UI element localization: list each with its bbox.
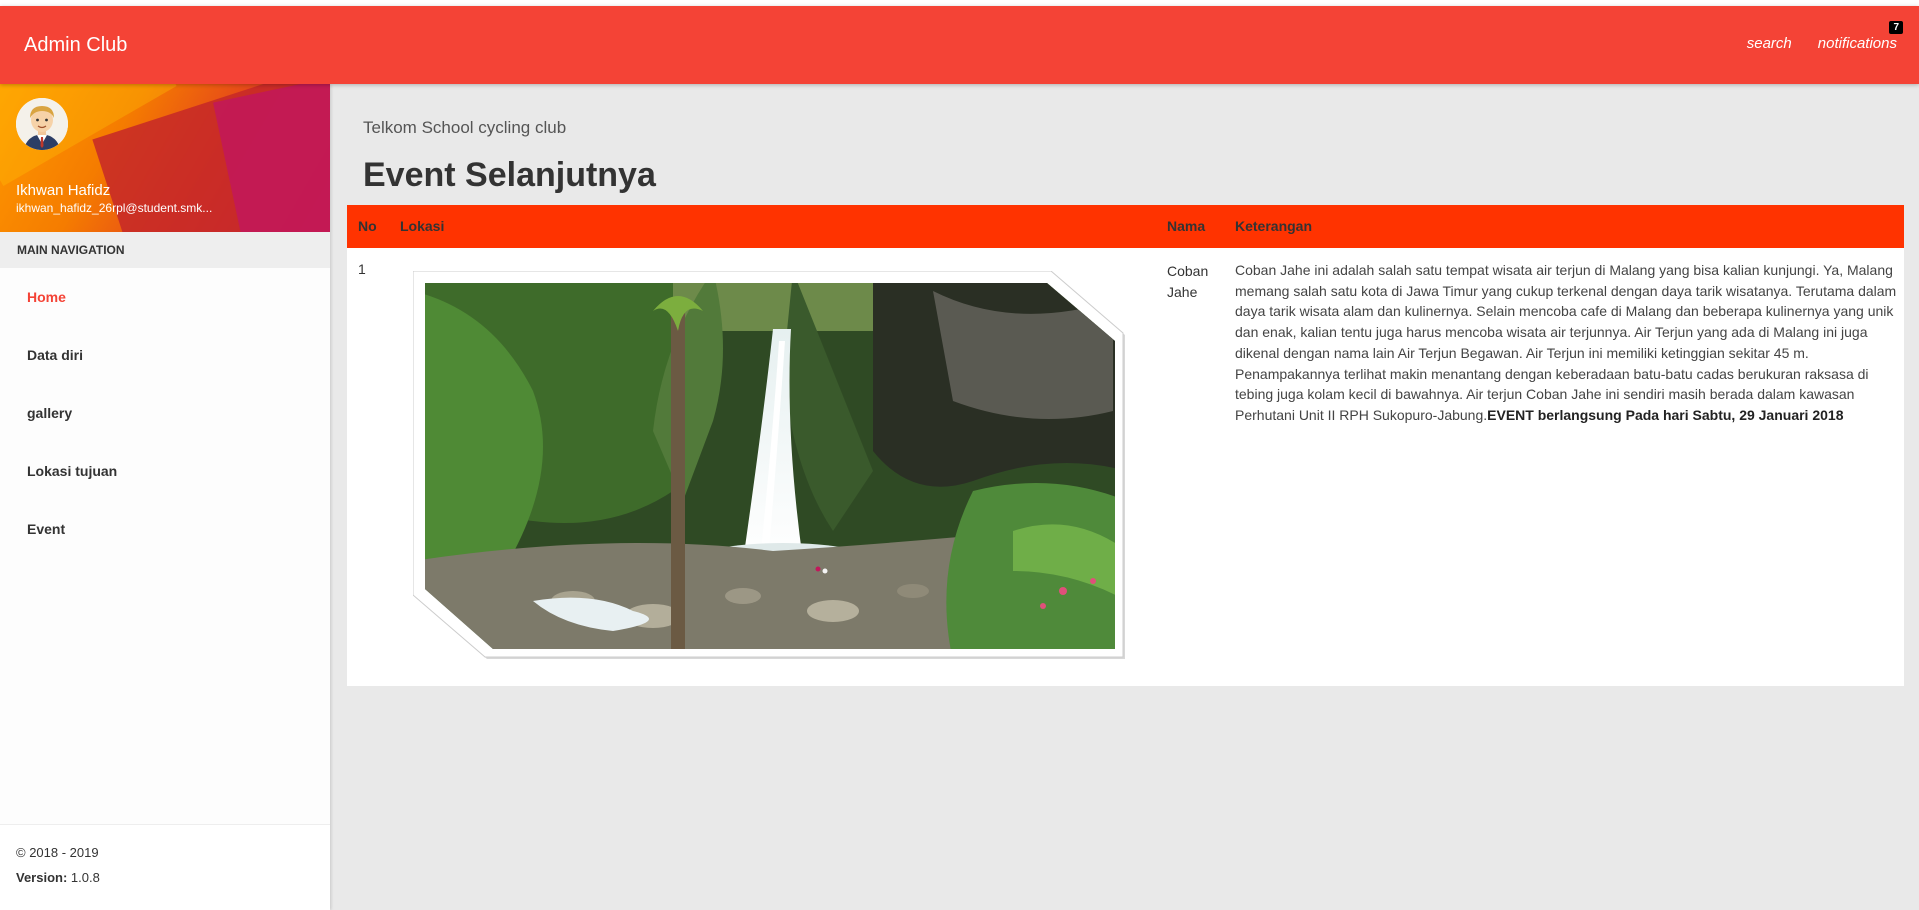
sidebar-item-gallery[interactable]: gallery: [0, 384, 330, 442]
top-navbar: Admin Club search notifications 7: [0, 6, 1919, 84]
column-header-keterangan: Keterangan: [1235, 218, 1313, 234]
sidebar-item-home[interactable]: Home: [0, 268, 330, 326]
version-text: Version: 1.0.8: [16, 870, 330, 885]
sidebar-item-data-diri[interactable]: Data diri: [0, 326, 330, 384]
table-header-row: No Lokasi Nama Keterangan: [347, 205, 1904, 248]
sidebar-item-lokasi-tujuan[interactable]: Lokasi tujuan: [0, 442, 330, 500]
user-info-panel: Ikhwan Hafidz ikhwan_hafidz_26rpl@studen…: [0, 84, 330, 232]
navbar-right: search notifications 7: [1747, 21, 1903, 52]
notifications-label: notifications: [1817, 35, 1897, 52]
notifications-count-badge: 7: [1889, 21, 1903, 34]
cell-no: 1: [358, 261, 366, 277]
column-header-nama: Nama: [1167, 218, 1206, 234]
user-email: ikhwan_hafidz_26rpl@student.smk...: [16, 201, 213, 215]
main-navigation-header: MAIN NAVIGATION: [0, 232, 330, 268]
column-header-no: No: [358, 218, 377, 234]
event-table-card: No Lokasi Nama Keterangan 1 Coban Jahe C…: [347, 205, 1904, 686]
page-subtitle: Telkom School cycling club: [363, 118, 567, 137]
cell-nama: Coban Jahe: [1167, 263, 1209, 300]
main-content: Telkom School cycling club Event Selanju…: [330, 84, 1919, 910]
waterfall-image-icon: [412, 270, 1125, 659]
sidebar-menu: Home Data diri gallery Lokasi tujuan Eve…: [0, 268, 330, 558]
keterangan-text: Coban Jahe ini adalah salah satu tempat …: [1235, 262, 1897, 423]
sidebar: Ikhwan Hafidz ikhwan_hafidz_26rpl@studen…: [0, 84, 330, 910]
waterfall-photo: [412, 270, 1127, 661]
sidebar-footer: © 2018 - 2019 Version: 1.0.8: [0, 824, 330, 910]
cell-keterangan: Coban Jahe ini adalah salah satu tempat …: [1235, 260, 1897, 426]
user-avatar-icon: [16, 98, 68, 150]
page-title: Event Selanjutnya: [363, 156, 656, 194]
copyright-text: © 2018 - 2019: [16, 845, 99, 860]
notifications-link[interactable]: notifications 7: [1817, 21, 1903, 52]
version-value: 1.0.8: [70, 870, 100, 885]
user-name: Ikhwan Hafidz: [16, 182, 111, 199]
avatar[interactable]: [16, 98, 68, 150]
search-link[interactable]: search: [1747, 35, 1792, 52]
sidebar-item-event[interactable]: Event: [0, 500, 330, 558]
event-date-text: EVENT berlangsung Pada hari Sabtu, 29 Ja…: [1487, 406, 1844, 423]
brand-title[interactable]: Admin Club: [24, 34, 127, 57]
column-header-lokasi: Lokasi: [400, 218, 445, 234]
version-label: Version:: [16, 870, 68, 885]
